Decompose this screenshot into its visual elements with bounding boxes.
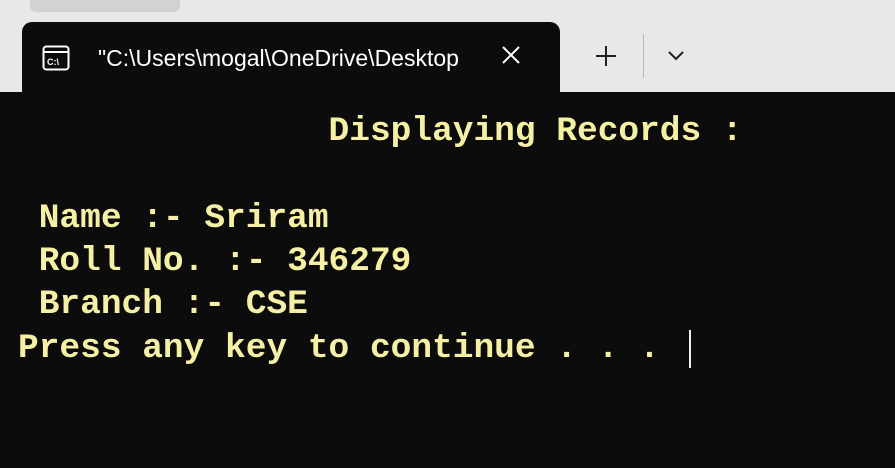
console-output[interactable]: Displaying Records : Name :- Sriram Roll…: [0, 92, 895, 468]
console-heading: Displaying Records :: [18, 112, 743, 151]
tab-divider: [643, 34, 644, 78]
chevron-down-icon[interactable]: [656, 36, 696, 76]
console-branch-line: Branch :- CSE: [18, 285, 308, 324]
text-cursor: [689, 330, 691, 368]
close-icon[interactable]: [494, 38, 528, 72]
tab-title: "C:\Users\mogal\OneDrive\Desktop: [98, 45, 459, 71]
background-window-strip: [30, 0, 180, 12]
title-bar: C:\ "C:\Users\mogal\OneDrive\Desktop: [0, 0, 895, 92]
console-roll-line: Roll No. :- 346279: [18, 242, 412, 281]
terminal-icon: C:\: [42, 45, 70, 71]
plus-icon[interactable]: [586, 36, 626, 76]
tab-active[interactable]: C:\ "C:\Users\mogal\OneDrive\Desktop: [22, 22, 560, 92]
terminal-window: C:\ "C:\Users\mogal\OneDrive\Desktop Dis…: [0, 0, 895, 468]
console-prompt-line: Press any key to continue . . .: [18, 329, 660, 368]
svg-text:C:\: C:\: [47, 57, 59, 67]
console-name-line: Name :- Sriram: [18, 199, 329, 238]
